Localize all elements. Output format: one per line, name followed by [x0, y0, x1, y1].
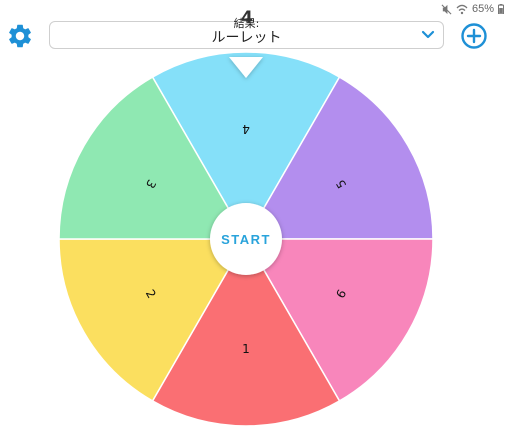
- start-label: START: [221, 232, 271, 247]
- segment-label: 1: [242, 342, 250, 356]
- segment-label: 4: [242, 122, 250, 136]
- roulette-wheel[interactable]: 456123 START: [0, 0, 512, 429]
- result-value: 4: [241, 8, 253, 28]
